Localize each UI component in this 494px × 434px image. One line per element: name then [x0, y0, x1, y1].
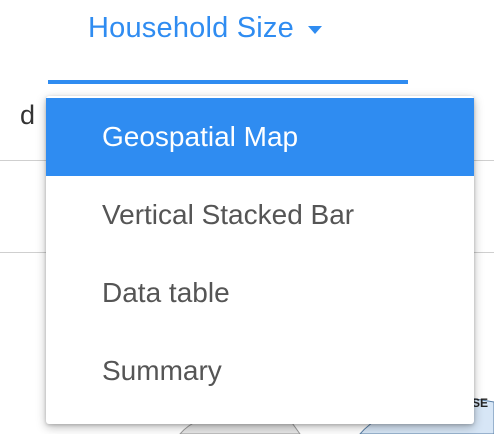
menu-item-data-table[interactable]: Data table	[46, 254, 474, 332]
visualization-type-menu: Geospatial Map Vertical Stacked Bar Data…	[46, 96, 474, 424]
active-tab-indicator	[48, 80, 408, 84]
menu-item-geospatial-map[interactable]: Geospatial Map	[46, 98, 474, 176]
caret-down-icon	[307, 26, 322, 34]
background-label-fragment: d	[20, 100, 36, 130]
tab-title-label: Household Size	[88, 11, 294, 44]
household-size-tab[interactable]: Household Size	[88, 6, 322, 50]
menu-item-label: Data table	[102, 277, 230, 308]
map-region-label: SE	[472, 396, 489, 410]
menu-item-label: Geospatial Map	[102, 121, 299, 152]
menu-item-label: Vertical Stacked Bar	[102, 199, 355, 230]
menu-item-label: Summary	[102, 355, 222, 386]
menu-item-vertical-stacked-bar[interactable]: Vertical Stacked Bar	[46, 176, 474, 254]
menu-item-summary[interactable]: Summary	[46, 332, 474, 410]
